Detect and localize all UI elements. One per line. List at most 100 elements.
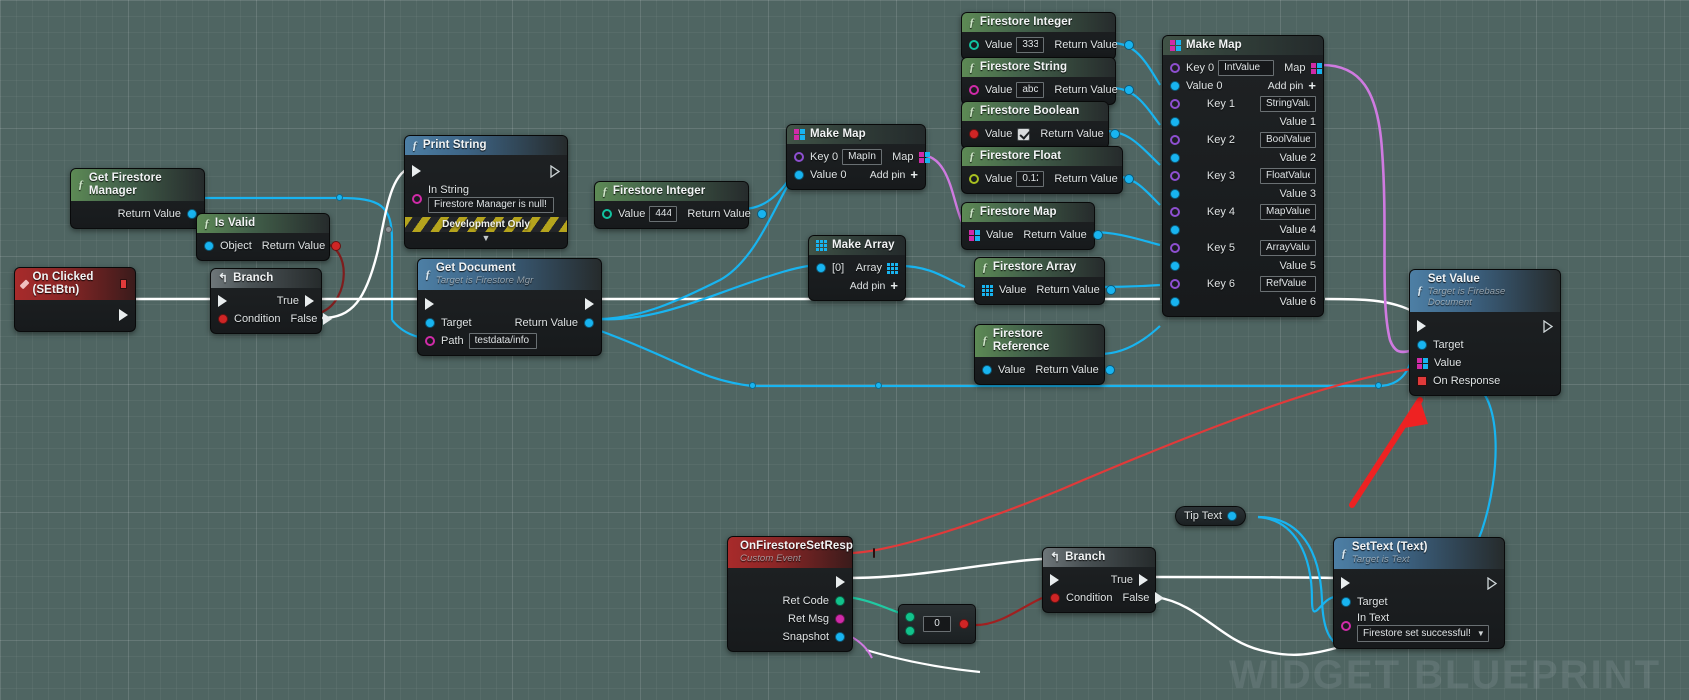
object-pin-out[interactable]	[1123, 85, 1134, 96]
int-pin-out[interactable]	[835, 596, 845, 607]
bool-pin-out[interactable]	[331, 241, 342, 252]
key-pin-in[interactable]	[1170, 135, 1180, 146]
node-branch-top[interactable]: ↰ Branch True Condition False	[210, 268, 333, 335]
exec-pin-out-false[interactable]	[1155, 592, 1165, 605]
map-pin-in[interactable]	[1417, 357, 1428, 369]
value-pin-in[interactable]	[1170, 189, 1180, 200]
map-pin-in[interactable]	[969, 229, 980, 241]
key-input-2[interactable]	[1259, 132, 1316, 149]
float-pin-in[interactable]	[969, 174, 979, 185]
map-pin-out[interactable]	[1310, 62, 1322, 74]
value-pin-in[interactable]	[1170, 261, 1180, 272]
object-pin-out[interactable]	[1123, 40, 1134, 51]
bool-pin-in[interactable]	[1050, 593, 1060, 604]
object-pin-out[interactable]	[1104, 365, 1115, 376]
value-pin-in[interactable]	[1170, 81, 1180, 92]
key-input-6[interactable]	[1259, 276, 1316, 293]
array-pin-out[interactable]	[887, 262, 898, 274]
value-pin-in[interactable]	[1170, 117, 1180, 128]
exec-pin-in[interactable]	[1050, 574, 1059, 587]
node-print-string[interactable]: ƒ Print String In String Development Onl…	[404, 135, 568, 250]
int-pin-in-b[interactable]	[905, 626, 915, 636]
exec-pin-out[interactable]	[550, 164, 560, 178]
wire-knot[interactable]	[336, 194, 343, 201]
add-pin-label[interactable]: Add pin	[870, 169, 906, 181]
key-pin-in[interactable]	[1170, 243, 1180, 254]
value-input[interactable]	[1016, 82, 1045, 99]
item-pin-in[interactable]	[816, 263, 826, 274]
object-pin-in[interactable]	[204, 241, 214, 252]
exec-pin-in[interactable]	[425, 298, 434, 311]
object-pin-in[interactable]	[425, 318, 435, 329]
node-equal-comparison[interactable]	[898, 604, 976, 644]
key-input-3[interactable]	[1259, 168, 1316, 185]
exec-pin-out-true[interactable]	[305, 295, 314, 308]
value-input[interactable]	[1016, 171, 1045, 188]
string-pin-in[interactable]	[412, 194, 422, 205]
object-pin-out[interactable]	[1109, 129, 1120, 140]
in-text-combo[interactable]: Firestore set successful! ▼	[1357, 625, 1489, 643]
wire-knot[interactable]	[385, 226, 392, 233]
node-firestore-string[interactable]: ƒ Firestore String Value Return Value	[961, 57, 1134, 106]
bool-pin-out[interactable]	[959, 619, 969, 629]
string-pin-out[interactable]	[835, 614, 845, 625]
key-pin-in[interactable]	[1170, 99, 1180, 110]
string-pin-in[interactable]	[969, 85, 979, 96]
delegate-pin-in[interactable]	[1417, 376, 1427, 387]
node-on-clicked-setbtn[interactable]: On Clicked (SEtBtn)	[14, 267, 136, 333]
add-pin-icon[interactable]: +	[890, 279, 898, 292]
key-pin-in[interactable]	[1170, 63, 1180, 74]
exec-pin-in[interactable]	[1417, 320, 1426, 333]
in-string-input[interactable]	[428, 197, 554, 214]
wire-knot[interactable]	[749, 382, 756, 389]
compare-value-input[interactable]	[923, 616, 951, 632]
node-make-array[interactable]: Make Array [0] Array Add pin +	[808, 235, 906, 302]
array-pin-in[interactable]	[982, 284, 993, 296]
key-pin-in[interactable]	[1170, 279, 1180, 290]
object-pin-out[interactable]	[1092, 230, 1103, 241]
exec-pin-out[interactable]	[119, 309, 128, 322]
add-pin-icon[interactable]: +	[1308, 79, 1316, 92]
object-pin-out[interactable]	[1105, 285, 1116, 296]
chevron-down-icon[interactable]: ▼	[1477, 626, 1485, 641]
node-firestore-integer-333[interactable]: ƒ Firestore Integer Value Return Value	[961, 12, 1134, 61]
path-input[interactable]	[468, 333, 537, 350]
exec-pin-out[interactable]	[1543, 319, 1553, 333]
value-pin-in[interactable]	[794, 170, 804, 181]
exec-pin-out[interactable]	[1487, 576, 1497, 590]
node-branch-bottom[interactable]: ↰ Branch True Condition False	[1042, 547, 1165, 614]
exec-pin-in[interactable]	[218, 295, 227, 308]
string-pin-in[interactable]	[425, 336, 435, 347]
exec-pin-out-false[interactable]	[323, 313, 333, 326]
int-pin-in-a[interactable]	[905, 612, 915, 622]
expand-collapse-arrow[interactable]: ▼	[405, 232, 567, 243]
exec-pin-out-true[interactable]	[1139, 574, 1148, 587]
node-get-firestore-manager[interactable]: ƒ Get Firestore Manager Return Value	[70, 168, 205, 230]
key-input-5[interactable]	[1259, 240, 1316, 257]
node-make-map-small[interactable]: Make Map Key 0 Map Value 0 Add pin +	[786, 124, 930, 191]
exec-pin-out[interactable]	[836, 576, 845, 589]
node-on-firestore-set-resp[interactable]: OnFirestoreSetResp Custom Event Ret Code…	[727, 536, 875, 653]
node-firestore-array[interactable]: ƒ Firestore Array Value Return Value	[974, 257, 1116, 306]
value-pin-in[interactable]	[1170, 153, 1180, 164]
wire-knot[interactable]	[1375, 382, 1382, 389]
add-pin-label[interactable]: Add pin	[1268, 80, 1304, 92]
node-tip-text-variable[interactable]: Tip Text	[1175, 506, 1246, 526]
value-pin-in[interactable]	[1170, 225, 1180, 236]
object-pin-in[interactable]	[1341, 597, 1351, 608]
object-pin-out[interactable]	[756, 209, 767, 220]
delegate-pin[interactable]	[120, 279, 128, 290]
object-pin-out[interactable]	[835, 632, 845, 643]
node-set-value[interactable]: ƒ Set Value Target is Firebase Document …	[1409, 269, 1561, 397]
exec-pin-out[interactable]	[585, 298, 594, 311]
node-is-valid[interactable]: ƒ Is Valid Object Return Value	[196, 213, 342, 262]
node-firestore-map[interactable]: ƒ Firestore Map Value Return Value	[961, 202, 1103, 251]
node-set-text[interactable]: ƒ SetText (Text) Target is Text Target I…	[1333, 537, 1505, 650]
key-input-4[interactable]	[1259, 204, 1316, 221]
bool-pin-in[interactable]	[218, 314, 228, 325]
exec-pin-in[interactable]	[412, 165, 421, 178]
object-pin-out[interactable]	[584, 318, 594, 329]
key-input-1[interactable]	[1259, 96, 1316, 113]
node-firestore-integer-444[interactable]: ƒ Firestore Integer Value Return Value	[594, 181, 767, 230]
text-pin-in[interactable]	[1341, 621, 1351, 632]
